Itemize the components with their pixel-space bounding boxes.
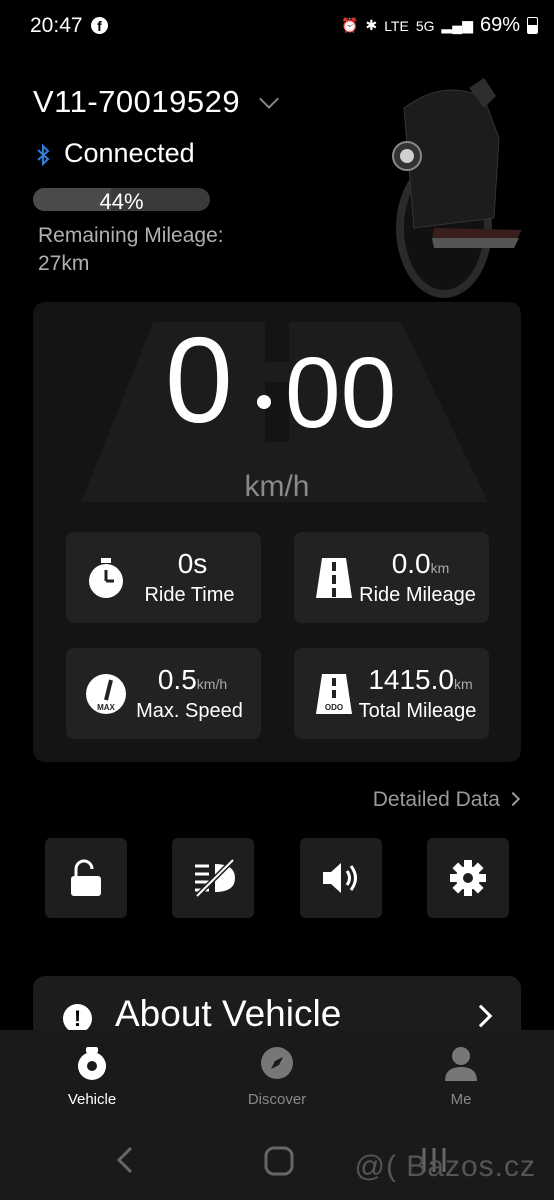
settings-button[interactable]: [427, 838, 509, 918]
battery-percent-label: 44%: [99, 189, 144, 211]
battery-icon: [527, 17, 538, 34]
stat-ride-time: 0s Ride Time: [66, 532, 261, 623]
speed-integer: 0: [165, 312, 233, 448]
stat-value: 0.5km/h: [157, 664, 228, 695]
stopwatch-icon: [89, 558, 123, 598]
alarm-icon: ⏰: [341, 17, 359, 33]
info-icon: !: [63, 1004, 92, 1033]
stat-total-mileage: ODO 1415.0km Total Mileage: [294, 648, 489, 739]
nav-label: Vehicle: [67, 1091, 117, 1108]
nav-label: Discover: [247, 1091, 307, 1108]
nav-vehicle[interactable]: Vehicle: [32, 1045, 152, 1108]
home-icon: [264, 1146, 294, 1176]
unlock-button[interactable]: [45, 838, 127, 918]
stat-label: Ride Time: [144, 584, 235, 606]
chevron-right-icon: [469, 1004, 493, 1028]
chevron-down-icon[interactable]: [259, 89, 279, 109]
nav-me[interactable]: Me: [401, 1045, 521, 1108]
signal-icon: ▂▄▆: [441, 17, 473, 33]
stat-value: 1415.0km: [368, 664, 473, 695]
speed-decimal: 00: [285, 337, 397, 449]
unlock-icon: [71, 859, 101, 896]
volte-icon: LTE: [384, 17, 409, 34]
svg-text:MAX: MAX: [97, 703, 115, 712]
road-odo-icon: ODO: [316, 674, 352, 714]
speed-decimal-point: [257, 395, 271, 409]
stat-ride-mileage: 0.0km Ride Mileage: [294, 532, 489, 623]
speed-unit: km/h: [244, 470, 310, 503]
network-type: 5G: [415, 17, 435, 34]
status-icons: ⏰ ✱ LTE 5G ▂▄▆ 69%: [341, 14, 538, 37]
remaining-mileage: Remaining Mileage: 27km: [38, 222, 278, 278]
stat-value: 0s: [177, 548, 208, 579]
stat-label: Max. Speed: [136, 700, 243, 722]
remaining-mileage-value: 27km: [38, 252, 90, 275]
stat-value: 0.0km: [391, 548, 450, 579]
road-icon: [316, 558, 352, 598]
speaker-icon: [323, 863, 357, 893]
battery-progress: 44%: [33, 188, 210, 211]
stat-max-speed: MAX 0.5km/h Max. Speed: [66, 648, 261, 739]
chevron-right-icon: [505, 791, 521, 807]
volume-button[interactable]: [300, 838, 382, 918]
compass-icon: [261, 1047, 293, 1079]
status-time: 20:47: [30, 14, 83, 37]
about-vehicle-label: About Vehicle: [115, 993, 342, 1034]
vehicle-icon: [78, 1047, 106, 1080]
bluetooth-icon: ✱: [365, 17, 378, 33]
unicycle-image: [392, 78, 522, 298]
light-off-button[interactable]: [172, 838, 254, 918]
facebook-icon: f: [91, 17, 108, 34]
headlight-off-icon: [195, 858, 235, 898]
watermark: @( Bazos.cz: [354, 1150, 536, 1183]
nav-label: Me: [450, 1091, 472, 1108]
person-icon: [445, 1047, 477, 1081]
speedometer-max-icon: MAX: [86, 674, 126, 714]
connection-status: Connected: [64, 138, 195, 168]
nav-discover[interactable]: Discover: [217, 1045, 337, 1108]
device-name[interactable]: V11-70019529: [33, 84, 240, 120]
gear-icon: [450, 860, 486, 896]
svg-text:ODO: ODO: [325, 703, 343, 712]
stat-label: Total Mileage: [358, 700, 477, 722]
detailed-data-link[interactable]: Detailed Data: [373, 788, 521, 812]
remaining-mileage-label: Remaining Mileage:: [38, 224, 224, 247]
back-icon: [116, 1146, 133, 1174]
battery-percent: 69%: [479, 14, 520, 36]
bluetooth-icon: [36, 143, 50, 172]
stat-label: Ride Mileage: [359, 584, 476, 606]
